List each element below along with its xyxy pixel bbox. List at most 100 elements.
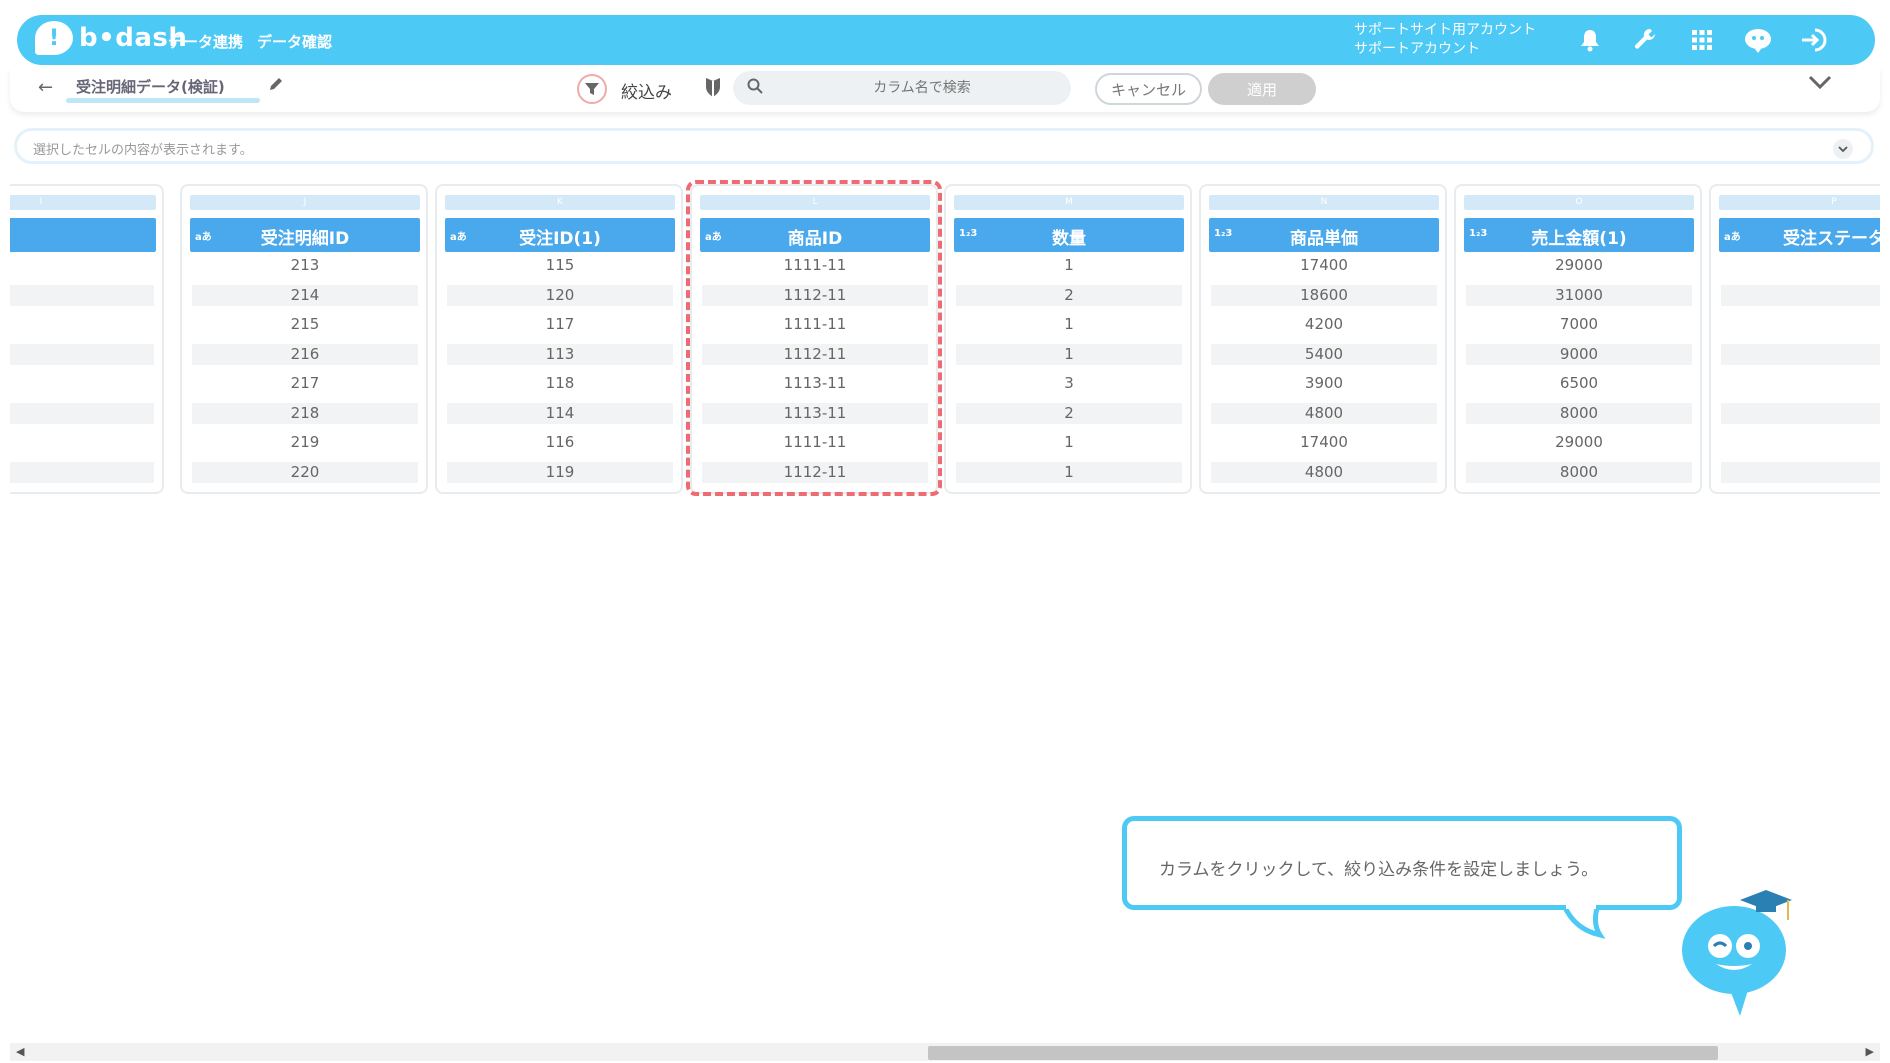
table-cell[interactable]: 4800 (1211, 402, 1437, 424)
table-cell[interactable]: 1111-11 (702, 432, 928, 453)
table-cell[interactable]: 113 (447, 343, 673, 365)
table-cell[interactable]: カード (10, 314, 154, 335)
table-cell[interactable]: 18600 (1211, 284, 1437, 306)
table-cell[interactable]: カード (10, 284, 154, 306)
table-cell[interactable]: 2 (956, 402, 1182, 424)
table-cell[interactable]: 31000 (1466, 284, 1692, 306)
table-cell[interactable]: カード (10, 402, 154, 424)
table-cell[interactable]: 1111-11 (702, 255, 928, 276)
table-cell[interactable]: カード (10, 343, 154, 365)
table-cell[interactable]: 1 (956, 255, 1182, 276)
table-cell[interactable]: 9000 (1466, 343, 1692, 365)
table-cell[interactable]: 発送前 (1721, 255, 1880, 276)
table-cell[interactable]: 29000 (1466, 432, 1692, 453)
table-cell[interactable]: 1 (956, 461, 1182, 483)
scroll-right-icon[interactable]: ▶ (1866, 1045, 1874, 1058)
table-cell[interactable]: 5400 (1211, 343, 1437, 365)
table-cell[interactable]: 1112-11 (702, 284, 928, 306)
table-cell[interactable]: 218 (192, 402, 418, 424)
filter-icon[interactable] (577, 74, 607, 104)
table-cell[interactable]: 1112-11 (702, 343, 928, 365)
table-cell[interactable]: カード (10, 461, 154, 483)
cancel-button[interactable]: キャンセル (1095, 73, 1202, 105)
table-cell[interactable]: 117 (447, 314, 673, 335)
table-cell[interactable]: 4200 (1211, 314, 1437, 335)
table-cell[interactable]: 7000 (1466, 314, 1692, 335)
table-cell[interactable]: 217 (192, 373, 418, 394)
table-cell[interactable]: 1111-11 (702, 314, 928, 335)
table-cell[interactable]: 発送前 (1721, 461, 1880, 483)
table-cell[interactable]: 1 (956, 432, 1182, 453)
table-cell[interactable]: 1 (956, 314, 1182, 335)
scroll-left-icon[interactable]: ◀ (16, 1045, 24, 1058)
table-cell[interactable]: 入金済 (1721, 314, 1880, 335)
table-cell[interactable]: 入金済 (1721, 432, 1880, 453)
table-cell[interactable]: 発送済 (1721, 284, 1880, 306)
chat-bot-icon[interactable] (1743, 25, 1773, 55)
table-cell[interactable]: 1112-11 (702, 461, 928, 483)
column-header[interactable]: aあ 受注ステータ (1719, 218, 1880, 252)
wrench-icon[interactable] (1631, 25, 1661, 55)
table-cell[interactable]: 29000 (1466, 255, 1692, 276)
column-header[interactable]: aあ 受注明細ID (190, 218, 420, 252)
cell-content-bar[interactable]: 選択したセルの内容が表示されます。 (14, 128, 1874, 164)
table-cell[interactable]: 119 (447, 461, 673, 483)
table-cell[interactable]: 3 (956, 373, 1182, 394)
mask-icon[interactable] (703, 76, 723, 102)
table-cell[interactable]: カード (10, 373, 154, 394)
table-cell[interactable]: 215 (192, 314, 418, 335)
table-cell[interactable]: 214 (192, 284, 418, 306)
table-cell[interactable]: 発送前 (1721, 402, 1880, 424)
horizontal-scrollbar[interactable]: ◀ ▶ (10, 1043, 1880, 1061)
table-cell[interactable]: 120 (447, 284, 673, 306)
logo[interactable]: ! b•dash (35, 21, 187, 55)
table-cell[interactable]: 115 (447, 255, 673, 276)
column-m: M 1₂3 数量 1 2 1 1 3 2 1 1 (944, 184, 1192, 494)
column-header[interactable]: 支払い方法 (10, 218, 156, 252)
account-info[interactable]: サポートサイト用アカウント サポートアカウント (1354, 21, 1536, 59)
table-cell[interactable]: 116 (447, 432, 673, 453)
table-cell[interactable]: カード (10, 432, 154, 453)
table-cell[interactable]: 8000 (1466, 402, 1692, 424)
table-cell[interactable]: 1 (956, 343, 1182, 365)
filter-label[interactable]: 絞込み (621, 78, 672, 103)
table-cell[interactable]: 6500 (1466, 373, 1692, 394)
scrollbar-thumb[interactable] (928, 1046, 1718, 1060)
chevron-down-icon[interactable] (1833, 139, 1853, 159)
pencil-icon[interactable] (268, 76, 284, 96)
table-cell[interactable]: 114 (447, 402, 673, 424)
apply-button[interactable]: 適用 (1208, 73, 1316, 105)
bell-icon[interactable] (1575, 25, 1605, 55)
table-cell[interactable]: 216 (192, 343, 418, 365)
column-header[interactable]: aあ 受注ID(1) (445, 218, 675, 252)
table-cell[interactable]: 1113-11 (702, 402, 928, 424)
column-header[interactable]: 1₂3 商品単価 (1209, 218, 1439, 252)
account-site-name: サポートサイト用アカウント (1354, 22, 1536, 38)
nav-data-check[interactable]: データ確認 (257, 31, 332, 52)
table-cell[interactable]: 17400 (1211, 255, 1437, 276)
chevron-down-icon[interactable] (1808, 74, 1832, 94)
column-header[interactable]: aあ 商品ID (700, 218, 930, 252)
table-cell[interactable]: 118 (447, 373, 673, 394)
table-cell[interactable]: 219 (192, 432, 418, 453)
table-cell[interactable]: 213 (192, 255, 418, 276)
table-cell[interactable]: 返品済 (1721, 373, 1880, 394)
column-name: 商品ID (787, 229, 843, 249)
grid-icon[interactable] (1687, 25, 1717, 55)
back-arrow-icon[interactable]: ← (38, 77, 53, 98)
column-name: 支払い方法 (10, 224, 146, 249)
column-search-input[interactable] (733, 71, 1071, 105)
table-cell[interactable]: 4800 (1211, 461, 1437, 483)
column-header[interactable]: 1₂3 数量 (954, 218, 1184, 252)
table-cell[interactable]: 1113-11 (702, 373, 928, 394)
table-cell[interactable]: 3900 (1211, 373, 1437, 394)
table-cell[interactable]: 8000 (1466, 461, 1692, 483)
table-cell[interactable]: カード (10, 255, 154, 276)
table-cell[interactable]: 17400 (1211, 432, 1437, 453)
table-cell[interactable]: 220 (192, 461, 418, 483)
table-cell[interactable]: 2 (956, 284, 1182, 306)
column-header[interactable]: 1₂3 売上金額(1) (1464, 218, 1694, 252)
logout-icon[interactable] (1799, 25, 1829, 55)
table-cell[interactable]: 入金済 (1721, 343, 1880, 365)
nav-data-integration[interactable]: データ連携 (168, 31, 243, 52)
